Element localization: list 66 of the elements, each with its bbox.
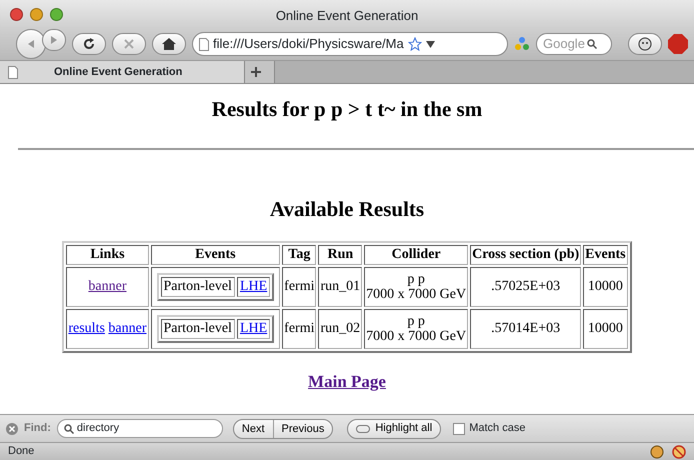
page-icon bbox=[8, 66, 18, 78]
close-icon bbox=[124, 39, 134, 49]
next-button[interactable]: Next bbox=[234, 420, 273, 438]
greasemonkey-button[interactable] bbox=[628, 33, 662, 55]
search-placeholder: Google bbox=[543, 35, 585, 54]
search-icon bbox=[64, 424, 74, 434]
home-icon bbox=[162, 38, 176, 50]
table-cell: run_02 bbox=[318, 309, 362, 349]
close-icon[interactable] bbox=[6, 422, 18, 434]
reload-icon bbox=[83, 38, 95, 50]
table-cell: Parton-level bbox=[160, 319, 235, 339]
link[interactable]: Main Page bbox=[308, 372, 386, 391]
plus-icon bbox=[251, 67, 261, 77]
page-icon bbox=[199, 38, 209, 50]
stop-button[interactable] bbox=[112, 33, 146, 55]
home-button[interactable] bbox=[152, 33, 186, 55]
link[interactable]: banner bbox=[88, 279, 126, 294]
close-window-button[interactable] bbox=[10, 8, 23, 20]
table-cell-line: 7000 x 7000 GeV bbox=[366, 287, 466, 302]
find-label: Find: bbox=[24, 421, 51, 436]
minimize-window-button[interactable] bbox=[30, 8, 43, 20]
new-tab-button[interactable] bbox=[245, 61, 275, 83]
table-cell-line: p p bbox=[406, 272, 426, 287]
star-icon bbox=[408, 37, 422, 51]
table-cell-line: 7000 x 7000 GeV bbox=[366, 329, 466, 344]
column-header: Cross section (pb) bbox=[470, 245, 582, 265]
url-text: file:///Users/doki/Physicsware/Ma bbox=[213, 35, 404, 54]
page-heading: Results for p p > t t~ in the sm bbox=[210, 96, 484, 123]
table-cell: Parton-level bbox=[160, 277, 235, 297]
forward-button[interactable] bbox=[42, 29, 66, 51]
table-cell: .57014E+03 bbox=[470, 309, 582, 349]
highlight-all-button[interactable]: Highlight all bbox=[347, 418, 442, 438]
browser-tab[interactable]: Online Event Generation bbox=[0, 61, 245, 83]
column-header: Run bbox=[318, 245, 362, 265]
back-arrow-icon bbox=[26, 39, 36, 49]
column-header: Events bbox=[150, 245, 280, 265]
find-field[interactable]: directory bbox=[56, 419, 223, 438]
table-cell: fermi bbox=[282, 309, 316, 349]
blocked-icon[interactable] bbox=[672, 444, 686, 458]
forward-arrow-icon bbox=[50, 35, 58, 45]
reload-button[interactable] bbox=[72, 33, 106, 55]
address-field[interactable]: file:///Users/doki/Physicsware/Ma bbox=[192, 32, 508, 56]
back-button[interactable] bbox=[16, 29, 46, 59]
window-title: Online Event Generation bbox=[276, 8, 418, 23]
status-text: Done bbox=[8, 444, 34, 460]
search-icon bbox=[586, 39, 597, 49]
link[interactable]: results bbox=[68, 321, 105, 336]
table-cell: run_01 bbox=[318, 267, 362, 307]
find-text: directory bbox=[76, 421, 120, 436]
dropdown-arrow-icon bbox=[426, 40, 435, 48]
match-case-checkbox[interactable]: Match case bbox=[453, 420, 526, 437]
table-cell: 10000 bbox=[583, 267, 628, 307]
link[interactable]: banner bbox=[108, 321, 147, 336]
table-cell-line: p p bbox=[406, 314, 426, 329]
column-header: Links bbox=[66, 245, 149, 265]
stop-sign-icon[interactable] bbox=[668, 34, 688, 54]
section-heading: Available Results bbox=[268, 196, 426, 222]
table-cell: fermi bbox=[282, 267, 316, 307]
table-cell: .57025E+03 bbox=[470, 267, 582, 307]
column-header: Collider bbox=[364, 245, 468, 265]
search-engine-icon[interactable] bbox=[514, 36, 530, 52]
zoom-window-button[interactable] bbox=[50, 8, 63, 20]
table-cell: 10000 bbox=[583, 309, 628, 349]
column-header: Tag bbox=[282, 245, 316, 265]
column-header: Events bbox=[583, 245, 628, 265]
previous-button[interactable]: Previous bbox=[272, 420, 332, 438]
